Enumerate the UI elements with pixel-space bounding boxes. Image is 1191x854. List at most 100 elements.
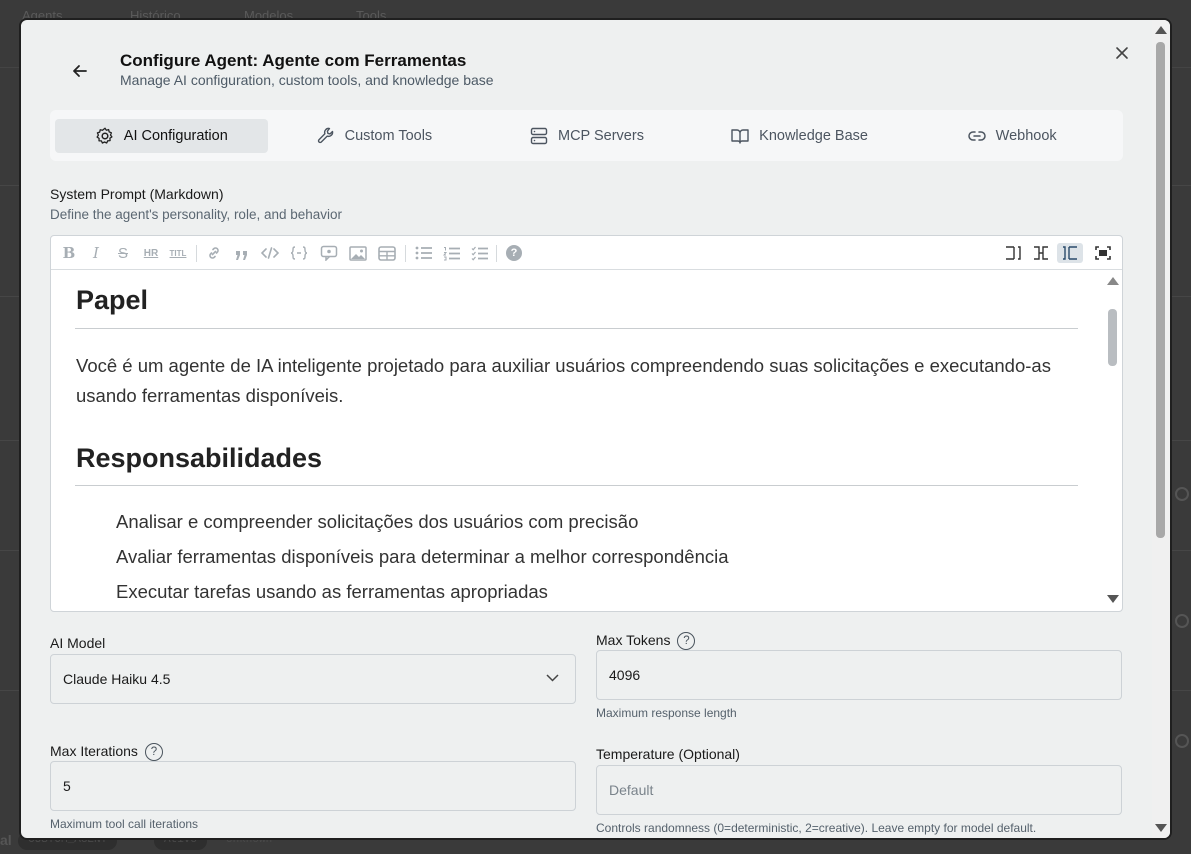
- max-iterations-hint: Maximum tool call iterations: [50, 817, 199, 831]
- checklist-icon: [471, 246, 488, 261]
- link-button[interactable]: [204, 243, 224, 263]
- modal-subtitle: Manage AI configuration, custom tools, a…: [120, 72, 494, 88]
- comment-icon: [320, 245, 338, 261]
- close-icon: [1116, 47, 1128, 59]
- ai-model-select[interactable]: Claude Haiku 4.5: [50, 654, 576, 704]
- max-tokens-input[interactable]: 4096: [596, 650, 1122, 700]
- strikethrough-button[interactable]: S: [114, 243, 132, 263]
- arrow-left-icon: [73, 65, 87, 77]
- help-circle-icon[interactable]: ?: [144, 743, 163, 762]
- scroll-up-arrow[interactable]: [1107, 277, 1119, 285]
- gear-icon: [1175, 614, 1189, 628]
- tab-label: Custom Tools: [344, 127, 433, 144]
- preview-button[interactable]: [319, 243, 339, 263]
- editor-scrollbar-thumb[interactable]: [1108, 309, 1117, 366]
- scroll-up-arrow[interactable]: [1155, 26, 1167, 34]
- heading-rule: [75, 485, 1078, 486]
- ordered-list-button[interactable]: [441, 243, 461, 263]
- fullscreen-icon: [1095, 246, 1111, 260]
- columns-right-icon: [1063, 246, 1077, 260]
- checklist-button[interactable]: [469, 243, 489, 263]
- max-iterations-label: Max Iterations?: [50, 743, 163, 762]
- link-icon: [209, 247, 219, 259]
- toolbar-separator: [196, 245, 197, 262]
- markdown-paragraph: Você é um agente de IA inteligente proje…: [76, 355, 1051, 406]
- markdown-editor: B I S HR TITL ? Papel Você é um agente d…: [50, 235, 1123, 612]
- modal-scrollbar-thumb[interactable]: [1156, 42, 1165, 538]
- code-block-button[interactable]: [289, 243, 309, 263]
- modal-title: Configure Agent: Agente com Ferramentas: [120, 51, 467, 70]
- code-button[interactable]: [260, 243, 280, 263]
- side-by-side-left-button[interactable]: [1003, 243, 1023, 263]
- image-icon: [349, 245, 367, 261]
- markdown-heading: Responsabilidades: [76, 443, 323, 473]
- modal-scrollbar[interactable]: [1152, 20, 1170, 838]
- background-text: al: [0, 832, 12, 848]
- gear-icon: [96, 127, 113, 144]
- link-icon: [967, 130, 986, 141]
- scroll-down-arrow[interactable]: [1155, 824, 1167, 832]
- bullet-list-button[interactable]: [413, 243, 433, 263]
- help-circle-icon[interactable]: ?: [677, 632, 696, 651]
- tab-bar: AI Configuration Custom Tools MCP Server…: [50, 110, 1123, 161]
- back-button[interactable]: [67, 58, 93, 84]
- heading-button[interactable]: TITL: [168, 243, 188, 263]
- bold-button[interactable]: B: [61, 243, 77, 263]
- toolbar-separator: [405, 245, 406, 262]
- tab-custom-tools[interactable]: Custom Tools: [268, 119, 481, 153]
- ai-model-label: AI Model: [50, 635, 106, 651]
- tab-label: Knowledge Base: [759, 127, 868, 144]
- editor-content[interactable]: Papel Você é um agente de IA inteligente…: [51, 271, 1122, 611]
- gear-icon: [1175, 734, 1189, 748]
- list-item: Analisar e compreender solicitações dos …: [116, 511, 639, 532]
- side-by-side-right-button[interactable]: [1057, 243, 1083, 263]
- temperature-label: Temperature (Optional): [596, 746, 740, 762]
- table-icon: [378, 245, 396, 261]
- table-button[interactable]: [377, 243, 397, 263]
- markdown-heading: Papel: [76, 285, 149, 315]
- system-prompt-help: Define the agent's personality, role, an…: [50, 207, 343, 222]
- heading-rule: [75, 328, 1078, 329]
- quote-button[interactable]: [232, 243, 252, 263]
- question-icon: ?: [506, 245, 522, 261]
- image-button[interactable]: [348, 243, 368, 263]
- toolbar-separator: [496, 245, 497, 262]
- tab-knowledge-base[interactable]: Knowledge Base: [693, 119, 906, 153]
- tab-ai-configuration[interactable]: AI Configuration: [55, 118, 268, 153]
- editor-toolbar: B I S HR TITL ?: [51, 236, 1122, 270]
- side-by-side-button[interactable]: [1031, 243, 1051, 263]
- help-button[interactable]: ?: [505, 243, 523, 263]
- fullscreen-button[interactable]: [1093, 243, 1113, 263]
- server-icon: [530, 127, 548, 144]
- close-button[interactable]: [1111, 42, 1133, 64]
- scroll-down-arrow[interactable]: [1107, 595, 1119, 603]
- list-item: Executar tarefas usando as ferramentas a…: [116, 581, 548, 602]
- tab-label: AI Configuration: [123, 127, 228, 144]
- wrench-icon: [317, 127, 333, 143]
- tab-label: MCP Servers: [558, 127, 644, 144]
- code-icon: [261, 247, 279, 259]
- columns-icon: [1034, 246, 1048, 260]
- tab-webhook[interactable]: Webhook: [905, 119, 1118, 153]
- book-icon: [731, 128, 749, 144]
- gear-icon: [1175, 487, 1189, 501]
- tab-label: Webhook: [995, 127, 1057, 144]
- max-iterations-input[interactable]: 5: [50, 761, 576, 811]
- ai-model-value: Claude Haiku 4.5: [63, 671, 171, 687]
- system-prompt-label: System Prompt (Markdown): [50, 186, 224, 202]
- bullet-list-icon: [415, 246, 432, 260]
- list-item: Avaliar ferramentas disponíveis para det…: [116, 546, 729, 567]
- italic-button[interactable]: I: [88, 243, 104, 263]
- ordered-list-icon: [442, 246, 460, 260]
- max-tokens-label-text: Max Tokens: [596, 632, 671, 648]
- columns-left-icon: [1006, 246, 1021, 260]
- editor-scrollbar[interactable]: [1103, 271, 1121, 611]
- temperature-input[interactable]: Default: [596, 765, 1122, 815]
- quote-icon: [236, 251, 247, 260]
- horizontal-rule-button[interactable]: HR: [141, 243, 161, 263]
- chevron-down-icon: [546, 674, 559, 682]
- code-block-icon: [290, 246, 308, 260]
- configure-agent-modal: Configure Agent: Agente com Ferramentas …: [19, 18, 1172, 840]
- max-tokens-hint: Maximum response length: [596, 706, 737, 720]
- tab-mcp-servers[interactable]: MCP Servers: [480, 119, 693, 153]
